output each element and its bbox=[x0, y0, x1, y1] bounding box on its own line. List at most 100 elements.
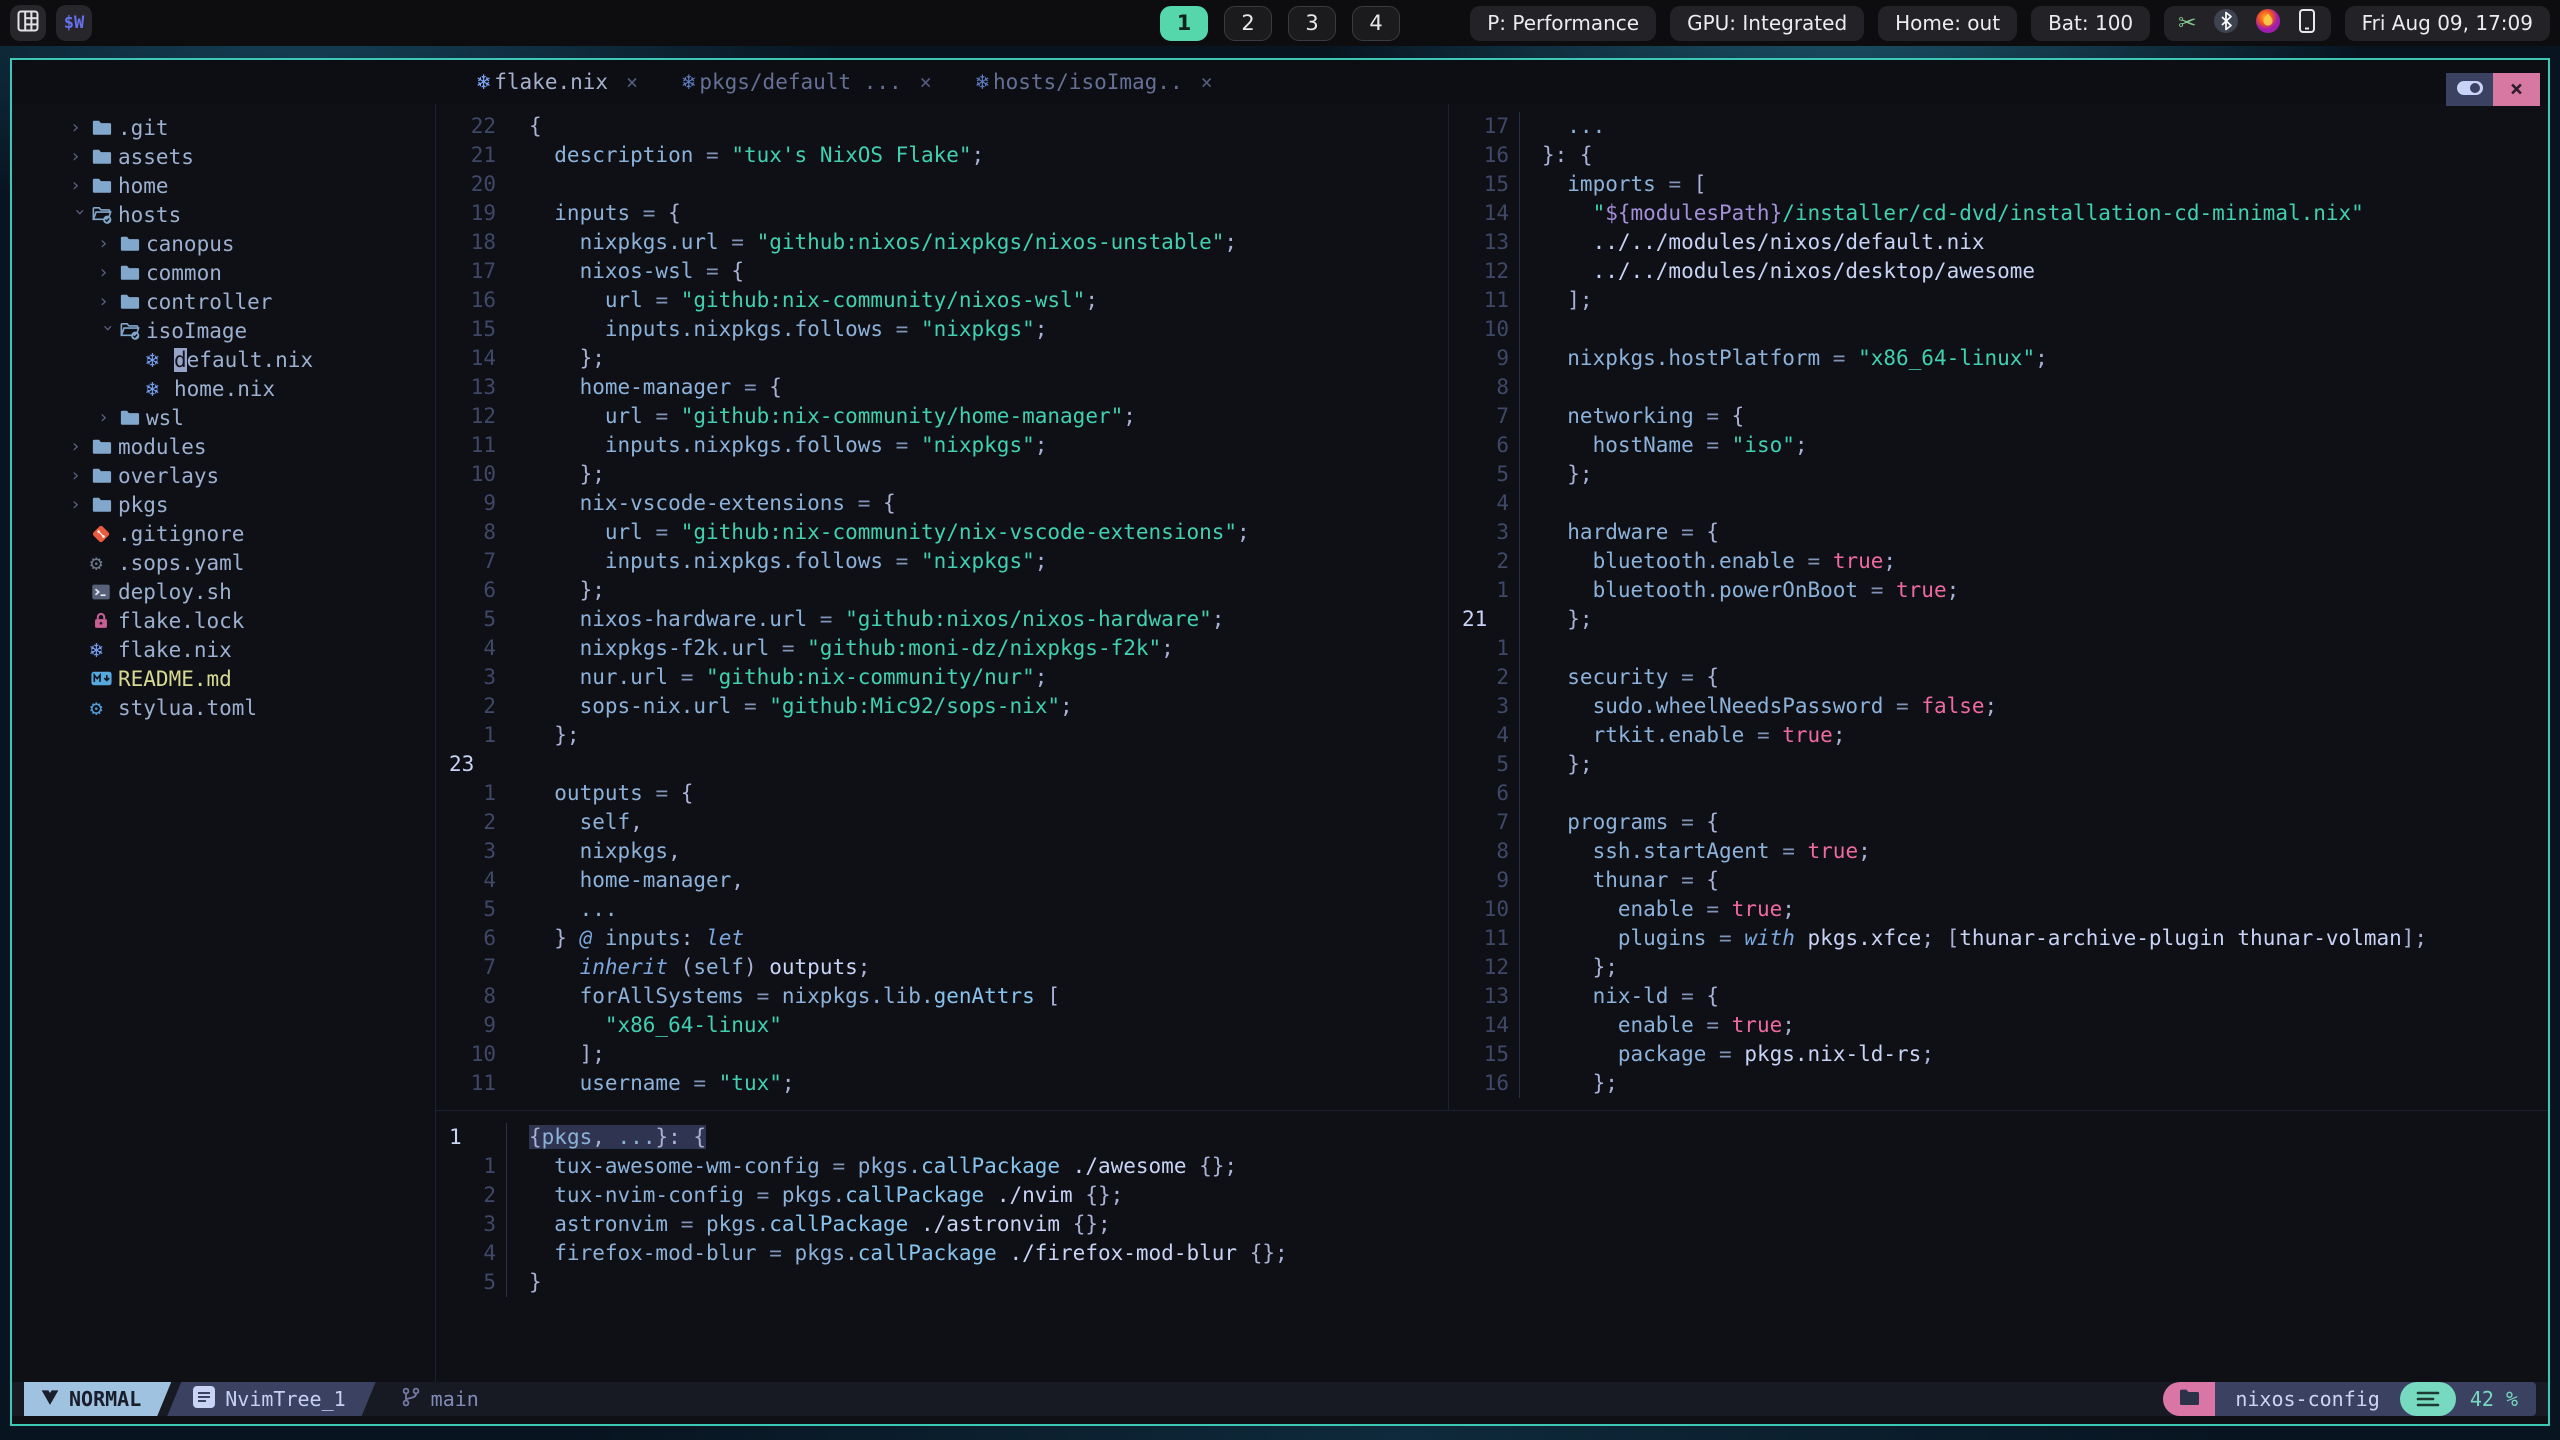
workspace-4[interactable]: 4 bbox=[1352, 5, 1400, 41]
code-line[interactable]: 8 forAllSystems = nixpkgs.lib.genAttrs [ bbox=[436, 982, 1448, 1011]
phone-icon[interactable] bbox=[2297, 8, 2317, 39]
code-line[interactable]: 1 }; bbox=[436, 721, 1448, 750]
code-line[interactable]: 9 nixpkgs.hostPlatform = "x86_64-linux"; bbox=[1449, 344, 2548, 373]
close-window-button[interactable]: × bbox=[2493, 73, 2540, 106]
code-line[interactable]: 13 ../../modules/nixos/default.nix bbox=[1449, 228, 2548, 257]
code-line[interactable]: 5} bbox=[436, 1268, 2548, 1297]
code-line[interactable]: 6 bbox=[1449, 779, 2548, 808]
tree-item-isoImage[interactable]: › isoImage bbox=[12, 316, 435, 345]
code-line[interactable]: 11 plugins = with pkgs.xfce; [thunar-arc… bbox=[1449, 924, 2548, 953]
code-line[interactable]: 15 imports = [ bbox=[1449, 170, 2548, 199]
code-line[interactable]: 13 home-manager = { bbox=[436, 373, 1448, 402]
code-line[interactable]: 12 ../../modules/nixos/desktop/awesome bbox=[1449, 257, 2548, 286]
code-line[interactable]: 9 "x86_64-linux" bbox=[436, 1011, 1448, 1040]
code-line[interactable]: 12 }; bbox=[1449, 953, 2548, 982]
code-line[interactable]: 11 username = "tux"; bbox=[436, 1069, 1448, 1098]
code-line[interactable]: 6 hostName = "iso"; bbox=[1449, 431, 2548, 460]
code-line[interactable]: 17 nixos-wsl = { bbox=[436, 257, 1448, 286]
code-line[interactable]: 21 description = "tux's NixOS Flake"; bbox=[436, 141, 1448, 170]
editor-flake-nix[interactable]: 22{21 description = "tux's NixOS Flake";… bbox=[436, 104, 1449, 1110]
code-line[interactable]: 16 }; bbox=[1449, 1069, 2548, 1098]
close-tab-icon[interactable]: × bbox=[920, 70, 932, 94]
code-line[interactable]: 4 bbox=[1449, 489, 2548, 518]
code-line[interactable]: 7 networking = { bbox=[1449, 402, 2548, 431]
code-line[interactable]: 9 thunar = { bbox=[1449, 866, 2548, 895]
code-line[interactable]: 5 nixos-hardware.url = "github:nixos/nix… bbox=[436, 605, 1448, 634]
code-line[interactable]: 4 nixpkgs-f2k.url = "github:moni-dz/nixp… bbox=[436, 634, 1448, 663]
tree-item-default.nix[interactable]: ❄ default.nix bbox=[12, 345, 435, 374]
tree-item-hosts[interactable]: › hosts bbox=[12, 200, 435, 229]
tree-item-assets[interactable]: › assets bbox=[12, 142, 435, 171]
code-line[interactable]: 4 firefox-mod-blur = pkgs.callPackage ./… bbox=[436, 1239, 2548, 1268]
tree-item-.git[interactable]: › .git bbox=[12, 113, 435, 142]
maximize-button[interactable] bbox=[2446, 73, 2493, 106]
code-line[interactable]: 15 inputs.nixpkgs.follows = "nixpkgs"; bbox=[436, 315, 1448, 344]
code-line[interactable]: 9 nix-vscode-extensions = { bbox=[436, 489, 1448, 518]
tree-item-controller[interactable]: › controller bbox=[12, 287, 435, 316]
power-profile-pill[interactable]: P: Performance bbox=[1470, 5, 1657, 41]
tree-item-wsl[interactable]: › wsl bbox=[12, 403, 435, 432]
close-tab-icon[interactable]: × bbox=[1201, 70, 1213, 94]
code-line[interactable]: 19 inputs = { bbox=[436, 199, 1448, 228]
code-line[interactable]: 10 bbox=[1449, 315, 2548, 344]
tree-item-stylua.toml[interactable]: ⚙ stylua.toml bbox=[12, 693, 435, 722]
tree-item-deploy.sh[interactable]: deploy.sh bbox=[12, 577, 435, 606]
scissors-icon[interactable]: ✂ bbox=[2178, 11, 2196, 36]
close-tab-icon[interactable]: × bbox=[626, 70, 638, 94]
code-line[interactable]: 14 "${modulesPath}/installer/cd-dvd/inst… bbox=[1449, 199, 2548, 228]
tab-pkgs-default[interactable]: ❄ pkgs/default ... × bbox=[682, 70, 932, 95]
code-line[interactable]: 1 bbox=[1449, 634, 2548, 663]
workspace-1[interactable]: 1 bbox=[1160, 5, 1208, 41]
code-line[interactable]: 2 security = { bbox=[1449, 663, 2548, 692]
bluetooth-icon[interactable] bbox=[2213, 8, 2239, 39]
code-line[interactable]: 11 inputs.nixpkgs.follows = "nixpkgs"; bbox=[436, 431, 1448, 460]
editor-hosts-isoimage[interactable]: 17 ... 16}: {15 imports = [14 "${modulesP… bbox=[1449, 104, 2548, 1110]
code-line[interactable]: 2 tux-nvim-config = pkgs.callPackage ./n… bbox=[436, 1181, 2548, 1210]
code-line[interactable]: 2 bluetooth.enable = true; bbox=[1449, 547, 2548, 576]
editor-pkgs-default[interactable]: 1 {pkgs, ...}: {1 tux-awesome-wm-config =… bbox=[436, 1111, 2548, 1382]
code-line[interactable]: 16 url = "github:nix-community/nixos-wsl… bbox=[436, 286, 1448, 315]
workspace-3[interactable]: 3 bbox=[1288, 5, 1336, 41]
code-line[interactable]: 1 {pkgs, ...}: { bbox=[436, 1123, 2548, 1152]
code-line[interactable]: 10 ]; bbox=[436, 1040, 1448, 1069]
code-line[interactable]: 6 } @ inputs: let bbox=[436, 924, 1448, 953]
code-line[interactable]: 23 bbox=[436, 750, 1448, 779]
tree-item-pkgs[interactable]: › pkgs bbox=[12, 490, 435, 519]
fire-icon[interactable] bbox=[2255, 8, 2281, 39]
code-line[interactable]: 4 rtkit.enable = true; bbox=[1449, 721, 2548, 750]
clock[interactable]: Fri Aug 09, 17:09 bbox=[2344, 5, 2550, 41]
code-line[interactable]: 3 astronvim = pkgs.callPackage ./astronv… bbox=[436, 1210, 2548, 1239]
code-line[interactable]: 21 }; bbox=[1449, 605, 2548, 634]
code-line[interactable]: 4 home-manager, bbox=[436, 866, 1448, 895]
code-line[interactable]: 1 tux-awesome-wm-config = pkgs.callPacka… bbox=[436, 1152, 2548, 1181]
code-line[interactable]: 2 self, bbox=[436, 808, 1448, 837]
code-line[interactable]: 7 inputs.nixpkgs.follows = "nixpkgs"; bbox=[436, 547, 1448, 576]
tree-item-.sops.yaml[interactable]: ⚙ .sops.yaml bbox=[12, 548, 435, 577]
code-line[interactable]: 15 package = pkgs.nix-ld-rs; bbox=[1449, 1040, 2548, 1069]
code-line[interactable]: 12 url = "github:nix-community/home-mana… bbox=[436, 402, 1448, 431]
git-branch-segment[interactable]: main bbox=[400, 1386, 479, 1413]
code-line[interactable]: 7 inherit (self) outputs; bbox=[436, 953, 1448, 982]
code-line[interactable]: 6 }; bbox=[436, 576, 1448, 605]
code-line[interactable]: 22 { bbox=[436, 112, 1448, 141]
gpu-pill[interactable]: GPU: Integrated bbox=[1670, 5, 1865, 41]
code-line[interactable]: 1 bluetooth.powerOnBoot = true; bbox=[1449, 576, 2548, 605]
code-line[interactable]: 3 nur.url = "github:nix-community/nur"; bbox=[436, 663, 1448, 692]
code-line[interactable]: 17 ... bbox=[1449, 112, 2548, 141]
code-line[interactable]: 14 }; bbox=[436, 344, 1448, 373]
tree-item-home[interactable]: › home bbox=[12, 171, 435, 200]
code-line[interactable]: 11 ]; bbox=[1449, 286, 2548, 315]
code-line[interactable]: 8 bbox=[1449, 373, 2548, 402]
tree-item-overlays[interactable]: › overlays bbox=[12, 461, 435, 490]
code-line[interactable]: 10 }; bbox=[436, 460, 1448, 489]
tree-item-README.md[interactable]: README.md bbox=[12, 664, 435, 693]
tree-item-flake.lock[interactable]: flake.lock bbox=[12, 606, 435, 635]
battery-pill[interactable]: Bat: 100 bbox=[2031, 5, 2151, 41]
code-line[interactable]: 20 bbox=[436, 170, 1448, 199]
buffer-segment[interactable]: NvimTree_1 bbox=[167, 1382, 375, 1416]
workspace-2[interactable]: 2 bbox=[1224, 5, 1272, 41]
code-line[interactable]: 13 nix-ld = { bbox=[1449, 982, 2548, 1011]
terminal-app-button[interactable]: $W bbox=[56, 5, 92, 41]
code-line[interactable]: 18 nixpkgs.url = "github:nixos/nixpkgs/n… bbox=[436, 228, 1448, 257]
code-line[interactable]: 3 sudo.wheelNeedsPassword = false; bbox=[1449, 692, 2548, 721]
